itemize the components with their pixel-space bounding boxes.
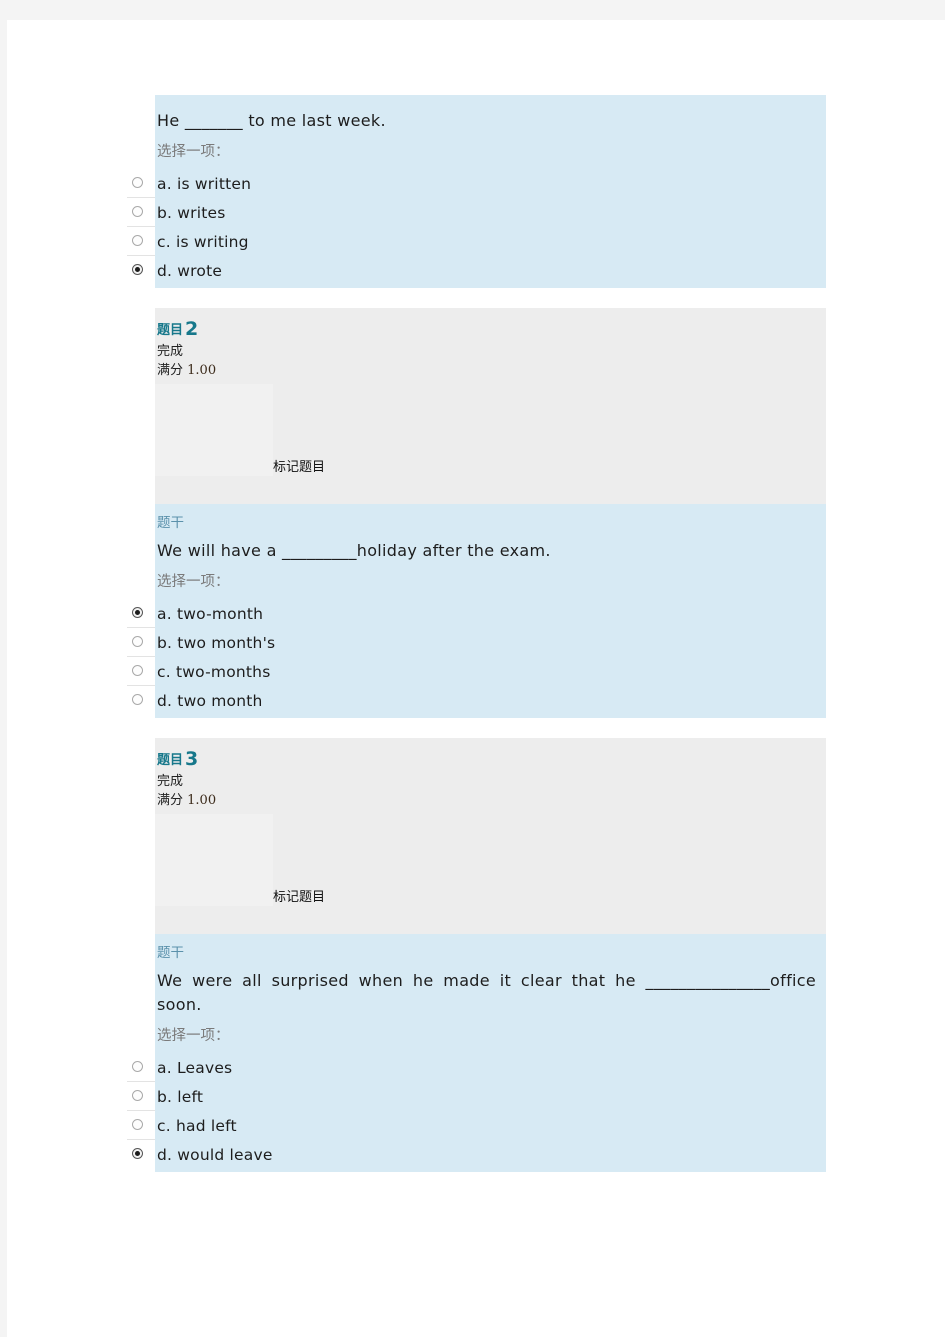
page-canvas: He _______ to me last week. 选择一项： a. is … bbox=[7, 20, 945, 1337]
question-number-prefix: 题目 bbox=[157, 753, 184, 769]
flag-placeholder-area bbox=[155, 383, 273, 476]
answer-options-1: a. is written b. writes c. is writing d.… bbox=[127, 168, 826, 285]
question-number-value: 3 bbox=[185, 748, 199, 771]
radio-button-icon-selected[interactable] bbox=[132, 607, 143, 619]
question-info-3: 题目 3 完成 满分 1.00 标记题目 bbox=[155, 738, 826, 935]
radio-cell[interactable] bbox=[127, 255, 155, 285]
answer-label[interactable]: d. two month bbox=[155, 692, 263, 710]
radio-button-icon[interactable] bbox=[132, 234, 143, 246]
answer-label[interactable]: b. two month's bbox=[155, 634, 275, 652]
choose-one-prompt-1: 选择一项： bbox=[157, 144, 230, 161]
answer-label[interactable]: d. would leave bbox=[155, 1146, 273, 1164]
question-state-3: 完成 bbox=[157, 773, 184, 789]
radio-cell[interactable] bbox=[127, 599, 155, 629]
max-grade-prefix: 满分 bbox=[157, 362, 184, 378]
answer-row[interactable]: d. wrote bbox=[127, 255, 826, 285]
answer-label[interactable]: a. two-month bbox=[155, 605, 263, 623]
answer-options-2: a. two-month b. two month's c. two-month… bbox=[127, 599, 826, 716]
question-gap bbox=[120, 718, 826, 739]
radio-button-icon[interactable] bbox=[132, 205, 143, 217]
question-info-2: 题目 2 完成 满分 1.00 标记题目 bbox=[155, 307, 826, 504]
radio-button-icon[interactable] bbox=[132, 1118, 143, 1130]
choose-one-prompt-2: 选择一项： bbox=[157, 574, 230, 591]
choose-one-prompt-3: 选择一项： bbox=[157, 1027, 230, 1044]
radio-cell[interactable] bbox=[127, 1081, 155, 1111]
question-content-2: 题干 We will have a _________holiday after… bbox=[127, 503, 826, 719]
answer-row[interactable]: b. left bbox=[127, 1081, 826, 1111]
radio-cell[interactable] bbox=[127, 686, 155, 716]
radio-cell[interactable] bbox=[127, 657, 155, 687]
question-state-2: 完成 bbox=[157, 343, 184, 359]
question-number-heading-3: 题目 3 bbox=[157, 748, 826, 772]
question-gap bbox=[120, 287, 826, 308]
flag-question-button-2[interactable]: 标记题目 bbox=[273, 456, 325, 475]
radio-button-icon[interactable] bbox=[132, 176, 143, 188]
max-grade-prefix: 满分 bbox=[157, 792, 184, 808]
answer-label[interactable]: c. two-months bbox=[155, 663, 270, 681]
answer-row[interactable]: b. two month's bbox=[127, 628, 826, 658]
question-stem-text-3: We were all surprised when he made it cl… bbox=[157, 971, 816, 1014]
question-number-value: 2 bbox=[185, 317, 199, 340]
max-grade-value: 1.00 bbox=[187, 792, 217, 808]
answer-row[interactable]: c. had left bbox=[127, 1110, 826, 1140]
answer-label[interactable]: d. wrote bbox=[155, 262, 222, 280]
answer-row[interactable]: d. two month bbox=[127, 686, 826, 716]
question-number-prefix: 题目 bbox=[157, 322, 184, 338]
answer-label[interactable]: a. Leaves bbox=[155, 1059, 232, 1077]
flag-question-button-3[interactable]: 标记题目 bbox=[273, 886, 325, 905]
radio-button-icon[interactable] bbox=[132, 665, 143, 677]
radio-cell[interactable] bbox=[127, 226, 155, 256]
radio-cell[interactable] bbox=[127, 197, 155, 227]
answer-label[interactable]: c. is writing bbox=[155, 233, 249, 251]
question-stem-text-2: We will have a _________holiday after th… bbox=[157, 541, 551, 561]
radio-button-icon[interactable] bbox=[132, 636, 143, 648]
answer-row[interactable]: d. would leave bbox=[127, 1139, 826, 1169]
answer-row[interactable]: b. writes bbox=[127, 197, 826, 227]
question-grade-3: 满分 1.00 bbox=[157, 792, 826, 811]
answer-row[interactable]: a. two-month bbox=[127, 599, 826, 629]
question-block-2: 题目 2 完成 满分 1.00 标记题目 题干 We will have a __… bbox=[120, 307, 826, 719]
question-stem-label-3: 题干 bbox=[157, 945, 184, 962]
radio-cell[interactable] bbox=[127, 1052, 155, 1082]
radio-button-icon-selected[interactable] bbox=[132, 1147, 143, 1159]
answer-options-3: a. Leaves b. left c. had left d. would l… bbox=[127, 1052, 826, 1169]
flag-placeholder-area bbox=[155, 814, 273, 907]
question-stem-text-1: He _______ to me last week. bbox=[157, 111, 386, 130]
question-stem-label-2: 题干 bbox=[157, 514, 184, 531]
quiz-question-list: He _______ to me last week. 选择一项： a. is … bbox=[120, 95, 826, 1172]
answer-label[interactable]: c. had left bbox=[155, 1117, 237, 1135]
radio-button-icon[interactable] bbox=[132, 1089, 143, 1101]
answer-row[interactable]: c. is writing bbox=[127, 226, 826, 256]
question-content-3: 题干 We were all surprised when he made it… bbox=[127, 934, 826, 1172]
question-grade-2: 满分 1.00 bbox=[157, 362, 826, 381]
answer-row[interactable]: c. two-months bbox=[127, 657, 826, 687]
max-grade-value: 1.00 bbox=[187, 362, 217, 378]
question-number-heading-2: 题目 2 bbox=[157, 318, 826, 342]
answer-label[interactable]: b. left bbox=[155, 1088, 203, 1106]
question-block-3: 题目 3 完成 满分 1.00 标记题目 题干 We were all surpr… bbox=[120, 738, 826, 1172]
answer-row[interactable]: a. Leaves bbox=[127, 1052, 826, 1082]
radio-button-icon[interactable] bbox=[132, 694, 143, 706]
answer-label[interactable]: b. writes bbox=[155, 204, 226, 222]
radio-cell[interactable] bbox=[127, 1110, 155, 1140]
question-block-1: He _______ to me last week. 选择一项： a. is … bbox=[120, 95, 826, 288]
answer-row[interactable]: a. is written bbox=[127, 168, 826, 198]
radio-cell[interactable] bbox=[127, 168, 155, 198]
radio-button-icon[interactable] bbox=[132, 1060, 143, 1072]
radio-button-icon-selected[interactable] bbox=[132, 263, 143, 275]
radio-cell[interactable] bbox=[127, 1139, 155, 1169]
radio-cell[interactable] bbox=[127, 628, 155, 658]
answer-label[interactable]: a. is written bbox=[155, 175, 251, 193]
question-content-1: He _______ to me last week. 选择一项： a. is … bbox=[127, 95, 826, 288]
